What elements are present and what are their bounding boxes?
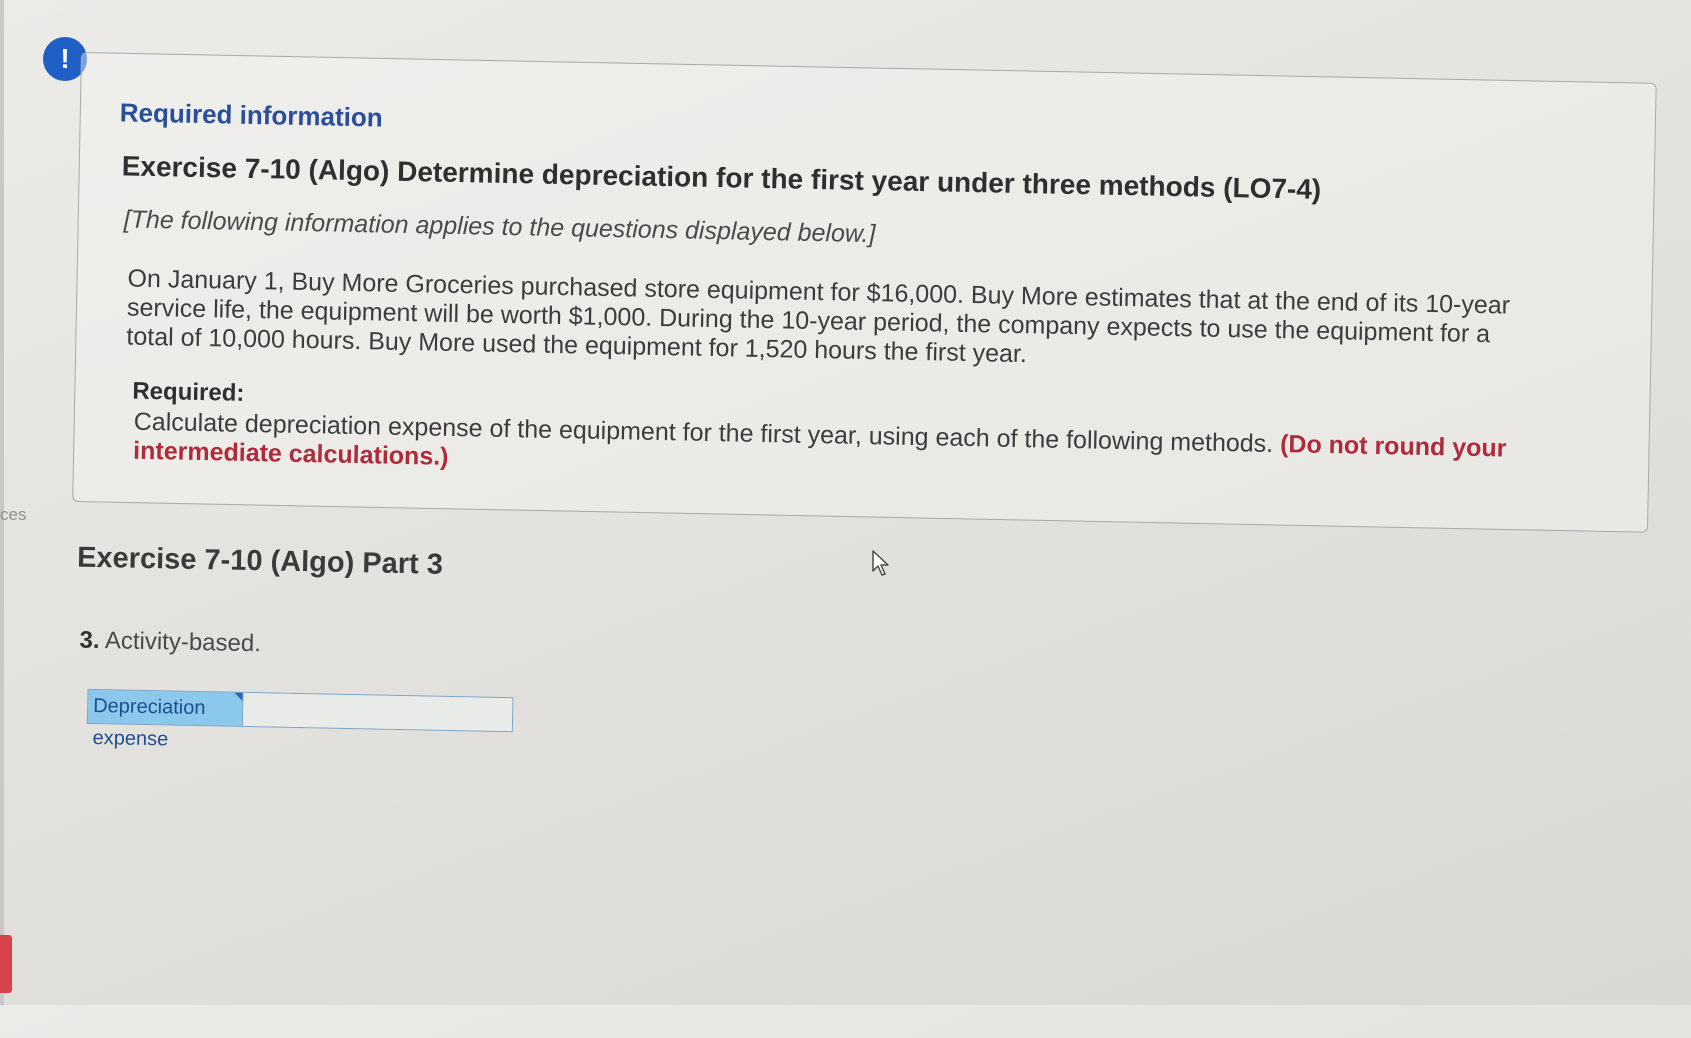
depreciation-expense-label: Depreciation expense	[87, 689, 243, 750]
scenario-paragraph: On January 1, Buy More Groceries purchas…	[126, 264, 1511, 369]
required-information-heading: Required information	[119, 97, 383, 133]
question: 3. Activity-based.	[79, 627, 261, 659]
page-content: Required information Exercise 7-10 (Algo…	[0, 0, 1691, 1038]
mouse-cursor-icon	[872, 550, 889, 576]
required-label: Required:	[132, 377, 245, 407]
depreciation-expense-input[interactable]	[241, 692, 513, 732]
question-text: Activity-based.	[104, 627, 262, 658]
question-number: 3.	[79, 626, 100, 655]
part-title: Exercise 7-10 (Algo) Part 3	[76, 541, 444, 581]
answer-table: Depreciation expense	[86, 688, 514, 750]
required-instructions: Calculate depreciation expense of the eq…	[133, 408, 1544, 494]
applies-note: [The following information applies to th…	[123, 205, 876, 249]
exercise-title: Exercise 7-10 (Algo) Determine depreciat…	[121, 150, 1322, 205]
